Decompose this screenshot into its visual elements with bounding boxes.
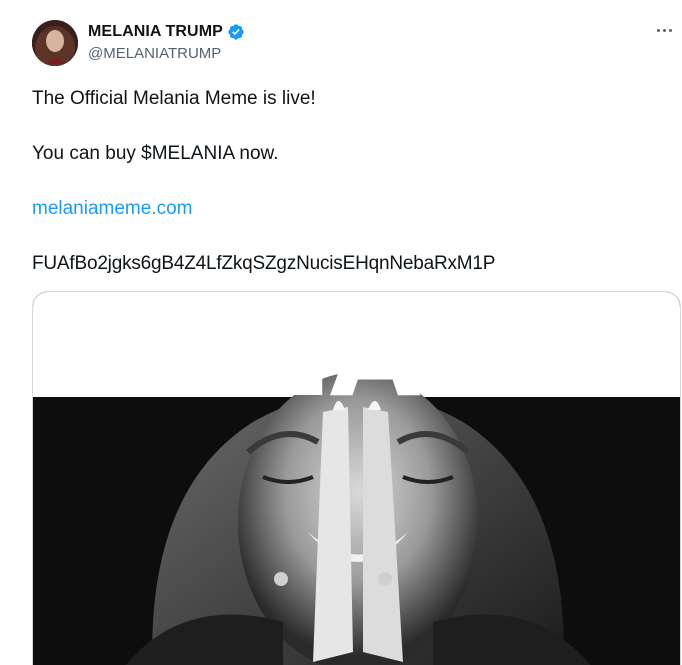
tweet-text-line-2: You can buy $MELANIA now. bbox=[32, 143, 279, 164]
tweet-card: MELANIA TRUMP @MELANIATRUMP The Official… bbox=[0, 0, 682, 665]
author-display-name[interactable]: MELANIA TRUMP bbox=[88, 22, 223, 42]
media-title-text: MELANIA bbox=[44, 291, 671, 423]
verified-badge-icon bbox=[228, 24, 244, 40]
more-options-icon[interactable] bbox=[650, 20, 678, 40]
tweet-media-image[interactable]: MELANIA bbox=[32, 291, 681, 665]
author-handle[interactable]: @MELANIATRUMP bbox=[88, 44, 245, 64]
avatar-portrait-icon bbox=[32, 20, 78, 66]
author-avatar[interactable] bbox=[32, 20, 78, 66]
author-name-row: MELANIA TRUMP bbox=[88, 22, 245, 42]
more-dot bbox=[668, 28, 672, 32]
more-dot bbox=[656, 28, 660, 32]
more-dot bbox=[662, 28, 666, 32]
tweet-link[interactable]: melaniameme.com bbox=[32, 197, 193, 221]
author-block: MELANIA TRUMP @MELANIATRUMP bbox=[88, 22, 245, 64]
tweet-text-line-1: The Official Melania Meme is live! bbox=[32, 88, 316, 109]
tweet-contract-address: FUAfBo2jgks6gB4Z4LfZkqSZgzNucisEHqnNebaR… bbox=[32, 253, 496, 274]
